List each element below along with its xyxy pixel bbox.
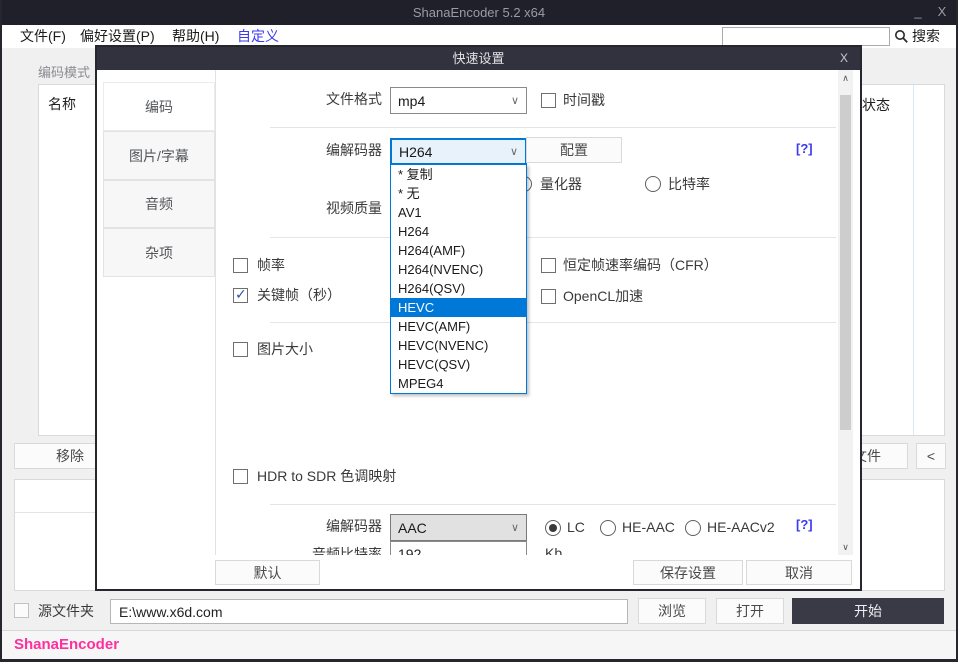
video-codec-value: H264 [399,144,432,160]
column-header-status: 状态 [862,95,890,115]
dialog-header[interactable]: 快速设置 X [97,47,860,70]
audio-codec-select[interactable]: AAC ∨ [390,514,527,541]
minimize-icon[interactable]: _ [908,0,928,25]
codec-option-hevc-nvenc[interactable]: HEVC(NVENC) [391,336,526,355]
quick-settings-dialog: 快速设置 X 编码 图片/字幕 音频 杂项 文件格式 mp4 ∨ 时间戳 编解码… [95,45,862,591]
codec-option-h264[interactable]: H264 [391,222,526,241]
search-icon[interactable] [894,29,909,44]
source-folder-checkbox[interactable] [14,603,29,618]
search-button[interactable]: 搜索 [912,25,940,48]
browse-button[interactable]: 浏览 [638,598,706,624]
window-border-left [0,0,2,662]
picture-size-checkbox[interactable] [233,342,248,357]
file-format-select[interactable]: mp4 ∨ [390,87,527,114]
audio-bitrate-input[interactable] [390,541,527,555]
framerate-label[interactable]: 帧率 [257,254,285,276]
codec-option-none[interactable]: * 无 [391,184,526,203]
codec-option-h264-qsv[interactable]: H264(QSV) [391,279,526,298]
chevron-down-icon: ∨ [511,521,519,534]
save-settings-button[interactable]: 保存设置 [633,560,743,585]
open-button[interactable]: 打开 [716,598,784,624]
video-quality-label: 视频质量 [270,195,382,222]
file-format-value: mp4 [398,93,425,109]
search-input[interactable] [722,27,890,46]
audio-help-link[interactable]: [?] [796,515,813,535]
menu-file[interactable]: 文件(F) [20,25,66,48]
section-divider [270,322,836,323]
codec-option-h264-amf[interactable]: H264(AMF) [391,241,526,260]
he-aac-radio[interactable] [600,520,616,536]
video-codec-select[interactable]: H264 ∨ [390,138,527,165]
title-bar: ShanaEncoder 5.2 x64 _ X [0,0,958,25]
dialog-tab-encode[interactable]: 编码 [103,82,215,131]
codec-dropdown-list: * 复制 * 无 AV1 H264 H264(AMF) H264(NVENC) … [390,164,527,394]
video-codec-label: 编解码器 [270,137,382,164]
quantizer-label[interactable]: 量化器 [540,173,582,195]
window-title: ShanaEncoder 5.2 x64 [0,0,958,25]
output-path-input[interactable] [110,599,628,624]
audio-codec-value: AAC [398,520,427,536]
default-button[interactable]: 默认 [215,560,320,585]
scroll-up-icon[interactable]: ∧ [838,70,853,86]
codec-option-mpeg4[interactable]: MPEG4 [391,374,526,393]
he-aacv2-radio[interactable] [685,520,701,536]
section-divider [270,127,836,128]
dialog-scrollbar[interactable]: ∧ ∨ [838,70,853,555]
cfr-checkbox[interactable] [541,258,556,273]
framerate-checkbox[interactable] [233,258,248,273]
scroll-down-icon[interactable]: ∨ [838,539,853,555]
codec-option-hevc[interactable]: HEVC [391,298,526,317]
dialog-tab-audio[interactable]: 音频 [103,180,215,228]
timestamp-checkbox[interactable] [541,93,556,108]
start-button[interactable]: 开始 [792,598,944,624]
collapse-button[interactable]: < [916,443,946,469]
section-divider [270,504,836,505]
check-icon: ✓ [235,286,247,303]
scrollbar-thumb[interactable] [840,95,851,430]
opencl-label[interactable]: OpenCL加速 [563,285,643,307]
column-header-name: 名称 [48,94,76,114]
brand-label: ShanaEncoder [14,630,119,659]
dialog-title: 快速设置 [97,47,860,70]
codec-option-hevc-qsv[interactable]: HEVC(QSV) [391,355,526,374]
cancel-button[interactable]: 取消 [746,560,852,585]
dialog-close-icon[interactable]: X [836,47,852,70]
codec-option-av1[interactable]: AV1 [391,203,526,222]
keyframe-label[interactable]: 关键帧（秒） [257,284,341,306]
source-folder-label: 源文件夹 [38,600,94,622]
lc-radio[interactable] [545,520,561,536]
bitrate-radio[interactable] [645,176,661,192]
picture-size-label[interactable]: 图片大小 [257,338,313,360]
cfr-label[interactable]: 恒定帧速率编码（CFR） [563,254,718,276]
audio-codec-label: 编解码器 [270,513,382,540]
timestamp-label[interactable]: 时间戳 [563,89,605,111]
audio-bitrate-label: 音频比特率 [270,541,382,555]
codec-option-hevc-amf[interactable]: HEVC(AMF) [391,317,526,336]
close-icon[interactable]: X [932,0,952,25]
lc-label[interactable]: LC [567,516,585,538]
hdr-checkbox[interactable] [233,469,248,484]
configure-button[interactable]: 配置 [526,137,622,163]
status-bar [2,630,956,659]
video-help-link[interactable]: [?] [796,139,813,159]
codec-option-h264-nvenc[interactable]: H264(NVENC) [391,260,526,279]
column-divider [913,85,914,435]
dialog-tab-picture-subtitle[interactable]: 图片/字幕 [103,131,215,180]
tab-encode-mode[interactable]: 编码模式 [38,62,90,81]
dialog-tab-misc[interactable]: 杂项 [103,228,215,277]
he-aac-label[interactable]: HE-AAC [622,516,675,538]
dialog-content: 文件格式 mp4 ∨ 时间戳 编解码器 H264 ∨ 配置 [?] 量化器 比特… [216,70,838,555]
he-aacv2-label[interactable]: HE-AACv2 [707,516,775,538]
keyframe-checkbox[interactable]: ✓ [233,288,248,303]
opencl-checkbox[interactable] [541,289,556,304]
hdr-label[interactable]: HDR to SDR 色调映射 [257,465,396,487]
bitrate-label[interactable]: 比特率 [668,173,710,195]
radio-dot [549,524,557,532]
file-format-label: 文件格式 [270,86,382,113]
codec-option-copy[interactable]: * 复制 [391,165,526,184]
audio-bitrate-unit: Kb [545,542,562,555]
chevron-down-icon: ∨ [511,94,519,107]
chevron-down-icon: ∨ [510,145,518,158]
section-divider [270,237,836,238]
